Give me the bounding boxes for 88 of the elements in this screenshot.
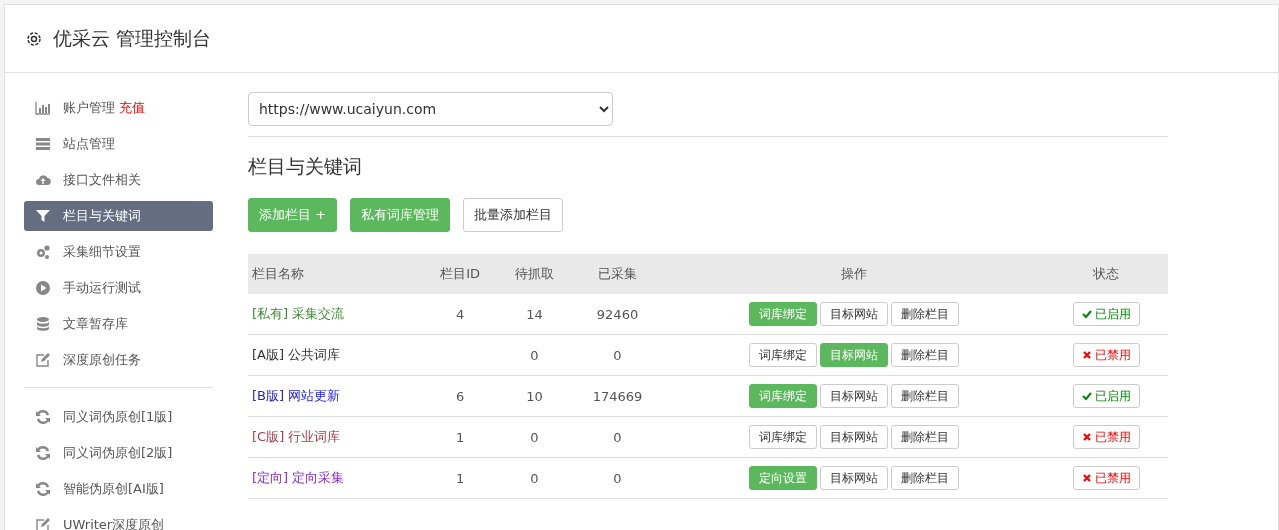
row-action-button[interactable]: 目标网站 [820, 384, 888, 408]
play-icon [35, 280, 51, 296]
table-cell: 6 [422, 375, 498, 417]
cross-icon [1081, 432, 1092, 442]
server-icon [35, 136, 51, 152]
row-action-button[interactable]: 词库绑定 [749, 343, 817, 367]
column-header: 待抓取 [497, 254, 572, 294]
edit-icon [35, 352, 51, 368]
recharge-link[interactable]: 充值 [119, 99, 145, 117]
sidebar-label: 手动运行测试 [63, 279, 141, 297]
sidebar-item[interactable]: 账户管理 充值 [24, 93, 213, 123]
sidebar-label: 同义词伪原创[2版] [63, 444, 173, 462]
sidebar-label: 同义词伪原创[1版] [63, 408, 173, 426]
column-name: [A版] 公共词库 [252, 347, 341, 362]
row-action-button[interactable]: 删除栏目 [891, 343, 959, 367]
refresh-icon [35, 409, 51, 425]
table-cell: 4 [422, 294, 498, 335]
column-header: 栏目名称 [248, 254, 423, 294]
table-cell: 0 [571, 416, 664, 458]
table-cell: 0 [571, 334, 664, 376]
status-button[interactable]: 已启用 [1072, 302, 1140, 326]
column-header: 状态 [1044, 254, 1168, 294]
sidebar-item[interactable]: 栏目与关键词 [24, 201, 213, 231]
sidebar-label: 账户管理 [63, 99, 115, 117]
sidebar-label: 接口文件相关 [63, 171, 141, 189]
status-button[interactable]: 已禁用 [1072, 425, 1140, 449]
sidebar-item[interactable]: UWriter深度原创 [24, 510, 213, 530]
column-header: 操作 [663, 254, 1045, 294]
status-button[interactable]: 已启用 [1072, 384, 1140, 408]
sidebar-item[interactable]: 采集细节设置 [24, 237, 213, 267]
check-icon [1081, 309, 1092, 319]
sidebar-label: 站点管理 [63, 135, 115, 153]
cross-icon [1081, 473, 1092, 483]
sidebar-label: 智能伪原创[AI版] [63, 480, 164, 498]
table-cell: 0 [571, 457, 664, 499]
table-cell: 1 [422, 457, 498, 499]
sidebar-label: 栏目与关键词 [63, 207, 141, 225]
sidebar-item[interactable]: 文章暂存库 [24, 309, 213, 339]
database-icon [35, 316, 51, 332]
column-header: 已采集 [571, 254, 664, 294]
table-cell: 1 [422, 416, 498, 458]
column-name: [B版] 网站更新 [252, 388, 341, 403]
cloud-upload-icon [35, 172, 51, 188]
column-header: 栏目ID [422, 254, 498, 294]
cross-icon [1081, 350, 1092, 360]
sidebar-label: 采集细节设置 [63, 243, 141, 261]
edit-icon [35, 517, 51, 530]
check-icon [1081, 391, 1092, 401]
toolbar-button[interactable]: 批量添加栏目 [463, 198, 564, 232]
table-cell: 0 [497, 457, 572, 499]
row-action-button[interactable]: 删除栏目 [891, 384, 959, 408]
column-name: [C版] 行业词库 [252, 429, 341, 444]
table-cell: 174669 [571, 375, 664, 417]
sidebar-item[interactable]: 深度原创任务 [24, 345, 213, 375]
refresh-icon [35, 445, 51, 461]
table-cell: 14 [497, 294, 572, 335]
row-action-button[interactable]: 删除栏目 [891, 302, 959, 326]
table-cell: 0 [497, 416, 572, 458]
gears-icon [35, 244, 51, 260]
row-action-button[interactable]: 删除栏目 [891, 425, 959, 449]
filter-icon [35, 208, 51, 224]
settings-icon [25, 29, 43, 48]
sidebar-item[interactable]: 同义词伪原创[1版] [24, 402, 213, 432]
sidebar-label: UWriter深度原创 [63, 516, 165, 530]
site-select[interactable]: https://www.ucaiyun.com [248, 92, 613, 126]
column-name: [私有] 采集交流 [252, 306, 345, 321]
sidebar-label: 深度原创任务 [63, 351, 141, 369]
status-button[interactable]: 已禁用 [1072, 466, 1140, 490]
column-name: [定向] 定向采集 [252, 470, 345, 485]
row-action-button[interactable]: 目标网站 [820, 466, 888, 490]
table-cell: 92460 [571, 294, 664, 335]
section-title: 栏目与关键词 [248, 154, 363, 179]
row-action-button[interactable]: 目标网站 [820, 302, 888, 326]
row-action-button[interactable]: 目标网站 [820, 425, 888, 449]
bar-chart-icon [35, 100, 51, 116]
row-action-button[interactable]: 删除栏目 [891, 466, 959, 490]
sidebar-item[interactable]: 同义词伪原创[2版] [24, 438, 213, 468]
table-cell: 0 [497, 334, 572, 376]
refresh-icon [35, 481, 51, 497]
sidebar-item[interactable]: 站点管理 [24, 129, 213, 159]
table-cell: 10 [497, 375, 572, 417]
sidebar-item[interactable]: 手动运行测试 [24, 273, 213, 303]
sidebar-item[interactable]: 智能伪原创[AI版] [24, 474, 213, 504]
sidebar-label: 文章暂存库 [63, 315, 128, 333]
sidebar-item[interactable]: 接口文件相关 [24, 165, 213, 195]
status-button[interactable]: 已禁用 [1072, 343, 1140, 367]
console-title: 优采云 管理控制台 [53, 25, 212, 51]
row-action-button[interactable]: 词库绑定 [749, 425, 817, 449]
